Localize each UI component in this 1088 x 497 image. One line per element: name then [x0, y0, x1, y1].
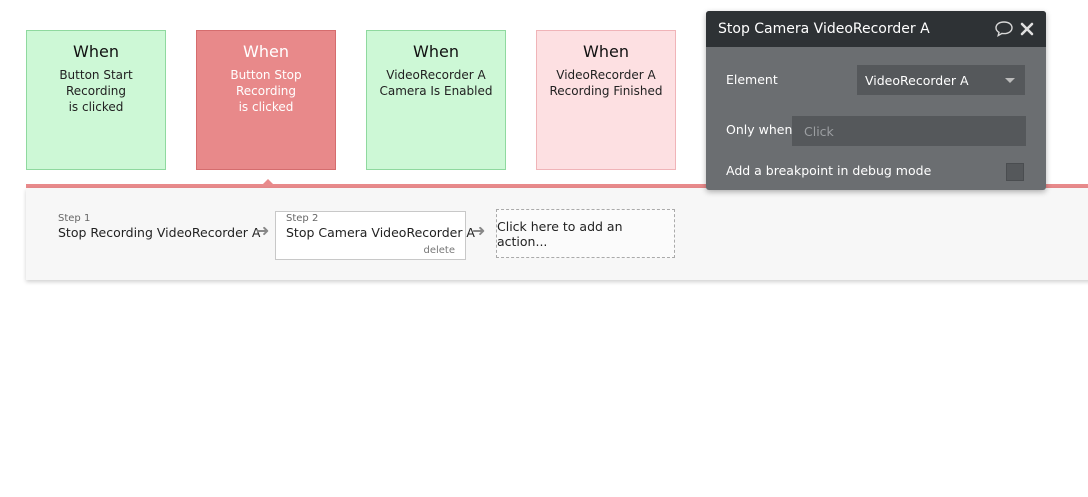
- event-description: Button Stop Recording is clicked: [230, 68, 302, 114]
- add-action-button[interactable]: Click here to add an action...: [496, 209, 675, 258]
- arrow-right-icon: ➜: [256, 221, 270, 240]
- event-card-camera-enabled[interactable]: When VideoRecorder A Camera Is Enabled: [366, 30, 506, 170]
- event-when-label: When: [243, 42, 289, 61]
- step-2[interactable]: Step 2 Stop Camera VideoRecorder A delet…: [275, 211, 475, 260]
- breakpoint-label: Add a breakpoint in debug mode: [726, 163, 932, 178]
- only-when-input[interactable]: [792, 116, 1026, 146]
- element-label: Element: [726, 72, 778, 87]
- delete-step-link[interactable]: delete: [423, 245, 455, 256]
- step-title: Stop Recording VideoRecorder A: [58, 225, 261, 240]
- event-description: Button Start Recording is clicked: [59, 68, 133, 114]
- action-properties-panel: Stop Camera VideoRecorder A Element Vide…: [706, 11, 1046, 190]
- event-when-label: When: [413, 42, 459, 61]
- event-description: VideoRecorder A Camera Is Enabled: [379, 68, 493, 98]
- event-description: VideoRecorder A Recording Finished: [549, 68, 663, 98]
- step-1[interactable]: Step 1 Stop Recording VideoRecorder A: [58, 213, 260, 240]
- panel-title: Stop Camera VideoRecorder A: [718, 21, 930, 37]
- element-dropdown[interactable]: VideoRecorder A: [857, 65, 1025, 95]
- event-card-recording-finished[interactable]: When VideoRecorder A Recording Finished: [536, 30, 676, 170]
- action-steps-bar: Step 1 Stop Recording VideoRecorder A ➜ …: [26, 188, 1088, 280]
- panel-header: Stop Camera VideoRecorder A: [706, 11, 1046, 47]
- event-when-label: When: [583, 42, 629, 61]
- comment-icon[interactable]: [994, 19, 1014, 39]
- event-card-start-recording[interactable]: When Button Start Recording is clicked: [26, 30, 166, 170]
- selected-event-pointer: [261, 179, 275, 186]
- step-title: Stop Camera VideoRecorder A: [286, 225, 475, 240]
- arrow-right-icon: ➜: [472, 221, 486, 240]
- event-card-stop-recording[interactable]: When Button Stop Recording is clicked: [196, 30, 336, 170]
- element-dropdown-value: VideoRecorder A: [865, 72, 969, 88]
- event-when-label: When: [73, 42, 119, 61]
- step-number: Step 1: [58, 213, 91, 224]
- chevron-down-icon: [1005, 78, 1015, 83]
- breakpoint-checkbox[interactable]: [1006, 163, 1024, 181]
- step-number: Step 2: [286, 213, 319, 224]
- only-when-label: Only when: [726, 122, 793, 137]
- close-icon[interactable]: [1020, 22, 1034, 36]
